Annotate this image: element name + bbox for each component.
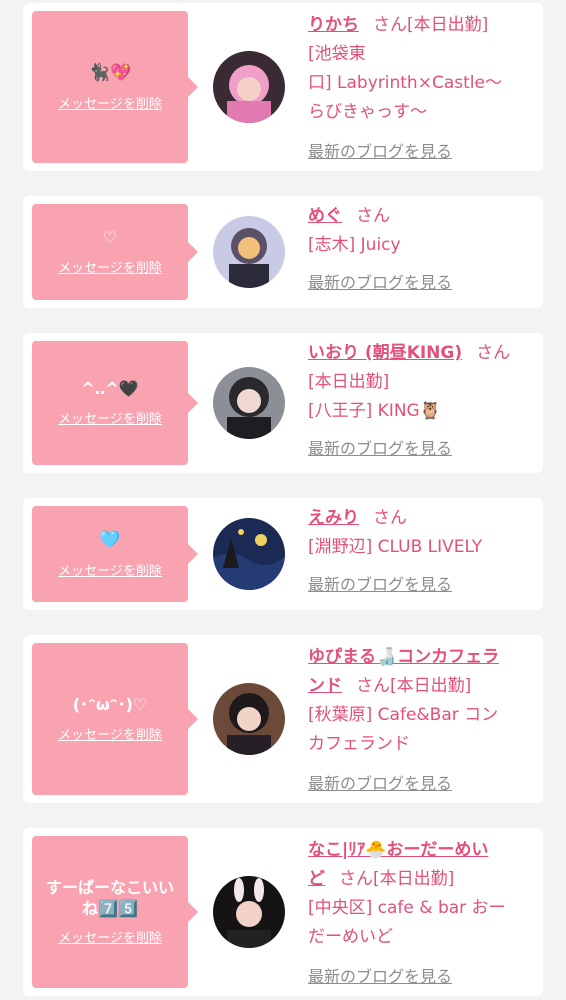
user-name-link[interactable]: りかち bbox=[308, 15, 359, 35]
user-name-link[interactable]: えみり bbox=[308, 508, 359, 528]
delete-message-link[interactable]: メッセージを削除 bbox=[58, 257, 162, 276]
message-card: ♡ メッセージを削除 めぐ さん [志木] Juicy 最新のブログを見る bbox=[23, 196, 543, 308]
shop-line: [秋葉原] Cafe&Bar コン bbox=[308, 705, 499, 725]
message-text: すーぱーなこいい ね7️⃣5️⃣ bbox=[45, 877, 174, 918]
shop-line: [志木] Juicy bbox=[308, 235, 401, 255]
status-badge: [本日出勤] bbox=[308, 372, 390, 392]
delete-message-link[interactable]: メッセージを削除 bbox=[58, 93, 162, 112]
honorific: さん bbox=[476, 343, 511, 363]
honorific: さん bbox=[339, 869, 373, 889]
card-info: いおり (朝昼KING) さん [本日出勤] [八王子] KING🦉 最新のブログ… bbox=[308, 339, 531, 464]
status-badge: [本日出勤] bbox=[373, 869, 455, 889]
message-bubble: ^‥^🖤 メッセージを削除 bbox=[32, 341, 198, 465]
message-card: すーぱーなこいい ね7️⃣5️⃣ メッセージを削除 なこ|ﾘｱ🐣おーだーめい ど… bbox=[23, 828, 543, 996]
latest-blog-link[interactable]: 最新のブログを見る bbox=[308, 774, 452, 793]
shop-line: [中央区] cafe & bar おー bbox=[308, 898, 506, 918]
status-badge: [本日出勤] bbox=[390, 676, 472, 696]
message-text: 🩵 bbox=[99, 530, 121, 551]
card-info: めぐ さん [志木] Juicy 最新のブログを見る bbox=[308, 202, 531, 298]
message-text: ♡ bbox=[102, 228, 118, 248]
message-text: ^‥^🖤 bbox=[81, 379, 139, 399]
latest-blog-link[interactable]: 最新のブログを見る bbox=[308, 967, 452, 986]
latest-blog-link[interactable]: 最新のブログを見る bbox=[308, 439, 452, 458]
user-name-link[interactable]: めぐ bbox=[308, 206, 342, 226]
shop-line: [八王子] KING🦉 bbox=[308, 401, 441, 421]
latest-blog-link[interactable]: 最新のブログを見る bbox=[308, 575, 452, 594]
avatar[interactable] bbox=[213, 518, 285, 590]
delete-message-link[interactable]: メッセージを削除 bbox=[58, 408, 162, 427]
avatar[interactable] bbox=[213, 216, 285, 288]
avatar[interactable] bbox=[213, 367, 285, 439]
user-name-link[interactable]: ど bbox=[308, 869, 325, 889]
shop-line: カフェランド bbox=[308, 734, 410, 754]
user-name-link[interactable]: いおり (朝昼KING) bbox=[308, 343, 462, 363]
user-name-link[interactable]: ンド bbox=[308, 676, 342, 696]
message-bubble: 🩵 メッセージを削除 bbox=[32, 506, 198, 602]
user-name-link[interactable]: ゆぴまる🍶コンカフェラ bbox=[308, 647, 499, 667]
honorific: さん bbox=[356, 206, 390, 226]
card-info: えみり さん [淵野辺] CLUB LIVELY 最新のブログを見る bbox=[308, 504, 531, 600]
message-bubble: (･ᵔωᵔ･)♡ メッセージを削除 bbox=[32, 643, 198, 795]
message-card: ^‥^🖤 メッセージを削除 いおり (朝昼KING) さん [本日出勤] [八王子… bbox=[23, 333, 543, 473]
delete-message-link[interactable]: メッセージを削除 bbox=[58, 560, 162, 579]
delete-message-link[interactable]: メッセージを削除 bbox=[58, 927, 162, 946]
shop-line: [淵野辺] CLUB LIVELY bbox=[308, 537, 483, 557]
message-card: 🐈‍⬛💖 メッセージを削除 りかち さん[本日出勤] [池袋東 口] Labyri… bbox=[23, 3, 543, 171]
delete-message-link[interactable]: メッセージを削除 bbox=[58, 724, 162, 743]
honorific: さん bbox=[373, 15, 407, 35]
shop-line: らびきゃっす～ bbox=[308, 102, 427, 122]
latest-blog-link[interactable]: 最新のブログを見る bbox=[308, 142, 452, 161]
card-info: なこ|ﾘｱ🐣おーだーめい どさん[本日出勤] [中央区] cafe & bar … bbox=[308, 836, 531, 992]
message-text: (･ᵔωᵔ･)♡ bbox=[72, 695, 148, 715]
shop-line: 口] Labyrinth×Castle～ bbox=[308, 73, 502, 93]
message-bubble: すーぱーなこいい ね7️⃣5️⃣ メッセージを削除 bbox=[32, 836, 198, 988]
avatar[interactable] bbox=[213, 876, 285, 948]
honorific: さん bbox=[373, 508, 407, 528]
message-card: (･ᵔωᵔ･)♡ メッセージを削除 ゆぴまる🍶コンカフェラ ンド さん[本日出勤]… bbox=[23, 635, 543, 803]
message-bubble: ♡ メッセージを削除 bbox=[32, 204, 198, 300]
latest-blog-link[interactable]: 最新のブログを見る bbox=[308, 273, 452, 292]
card-info: ゆぴまる🍶コンカフェラ ンド さん[本日出勤] [秋葉原] Cafe&Bar コン… bbox=[308, 643, 531, 799]
shop-line: だーめいど bbox=[308, 927, 393, 947]
card-info: りかち さん[本日出勤] [池袋東 口] Labyrinth×Castle～ らび… bbox=[308, 11, 531, 167]
message-bubble: 🐈‍⬛💖 メッセージを削除 bbox=[32, 11, 198, 163]
status-badge: [本日出勤] bbox=[407, 15, 489, 35]
message-card: 🩵 メッセージを削除 えみり さん [淵野辺] CLUB LIVELY 最新のブロ… bbox=[23, 498, 543, 610]
user-name-link[interactable]: なこ|ﾘｱ🐣おーだーめい bbox=[308, 840, 488, 860]
shop-line: [池袋東 bbox=[308, 44, 366, 64]
avatar[interactable] bbox=[213, 51, 285, 123]
avatar[interactable] bbox=[213, 683, 285, 755]
message-text: 🐈‍⬛💖 bbox=[88, 63, 132, 84]
honorific: さん bbox=[356, 676, 390, 696]
